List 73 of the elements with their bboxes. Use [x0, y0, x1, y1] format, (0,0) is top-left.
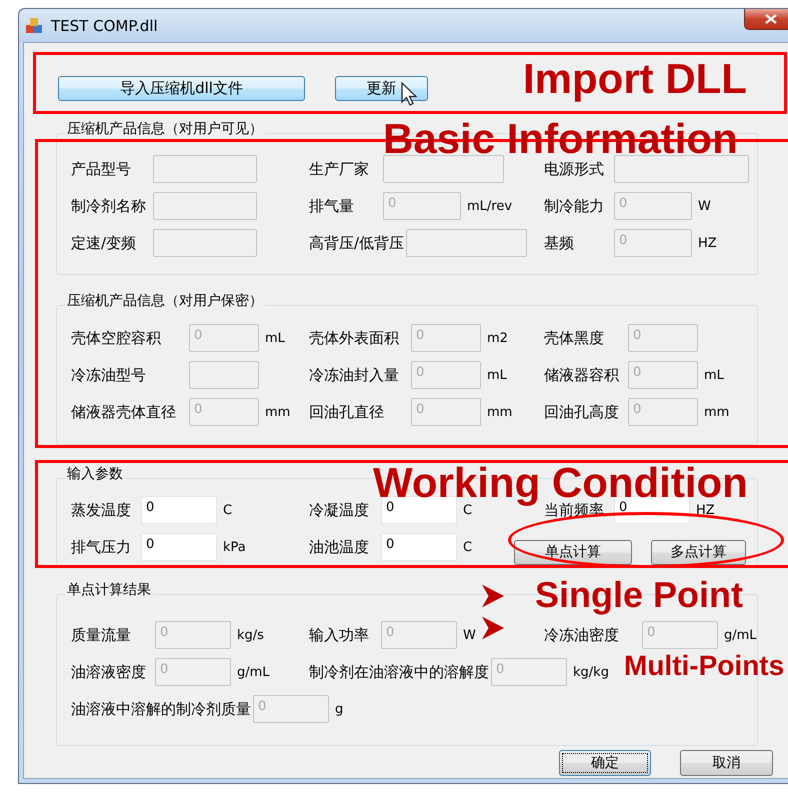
input-field[interactable]: 0	[381, 533, 457, 561]
field-label: 制冷剂名称	[71, 196, 147, 216]
field-label: 蒸发温度	[71, 500, 132, 520]
field-label: 制冷剂在油溶液中的溶解度	[309, 662, 489, 682]
field-label: 冷冻油密度	[544, 626, 620, 644]
field-label: 产品型号	[71, 160, 132, 178]
unit-label: HZ	[698, 236, 717, 250]
field-label: 冷冻油封入量	[309, 366, 400, 384]
field-label: 排气量	[309, 196, 355, 216]
unit-label: HZ	[696, 502, 715, 518]
field-label: 排气压力	[71, 538, 132, 556]
arrowhead-icon	[482, 584, 504, 608]
field-label: 壳体黑度	[544, 328, 605, 348]
unit-label: kg/s	[237, 628, 264, 642]
close-icon	[764, 14, 776, 24]
mouse-pointer-icon	[401, 82, 418, 107]
unit-label: C	[463, 502, 472, 518]
field-label: 储液器壳体直径	[71, 402, 177, 422]
input-field[interactable]: 0	[614, 496, 690, 524]
single-calc-button[interactable]: 单点计算	[514, 540, 632, 564]
field-label: 油溶液密度	[71, 662, 147, 682]
field-label: 输入功率	[309, 626, 370, 644]
field-label: 油溶液中溶解的制冷剂质量	[71, 700, 251, 718]
unit-label: mL/rev	[467, 198, 512, 214]
field-label: 定速/变频	[71, 234, 138, 252]
unit-label: kPa	[223, 540, 246, 554]
unit-label: g/mL	[724, 628, 757, 642]
field-label: 电源形式	[544, 160, 605, 178]
close-button[interactable]	[744, 9, 788, 30]
field-label: 质量流量	[71, 626, 132, 644]
unit-label: mm	[704, 404, 730, 420]
cancel-button[interactable]: 取消	[680, 750, 773, 776]
unit-label: kg/kg	[573, 664, 609, 680]
group-title: 单点计算结果	[65, 581, 153, 599]
unit-label: mL	[487, 368, 507, 382]
input-field[interactable]: 0	[141, 533, 217, 561]
annotation-label: Single Point	[535, 577, 744, 613]
unit-label: mL	[704, 368, 724, 382]
field-label: 冷冻油型号	[71, 366, 147, 384]
field-label: 回油孔直径	[309, 402, 385, 422]
multi-calc-button[interactable]: 多点计算	[651, 540, 746, 564]
group-title: 输入参数	[65, 465, 125, 483]
cubes-icon	[25, 16, 43, 34]
update-button[interactable]: 更新	[335, 76, 428, 101]
unit-label: C	[463, 540, 472, 554]
field-label: 高背压/低背压	[309, 234, 404, 252]
ok-button[interactable]: 确定	[559, 750, 651, 776]
field-label: 生产厂家	[309, 160, 370, 178]
annotation-label: Multi-Points	[624, 655, 784, 678]
unit-label: mL	[265, 330, 285, 346]
group-title: 压缩机产品信息（对用户可见）	[65, 120, 265, 138]
field-label: 制冷能力	[544, 196, 605, 216]
unit-label: g/mL	[237, 664, 270, 680]
unit-label: m2	[487, 330, 508, 346]
field-label: 储液器容积	[544, 366, 620, 384]
unit-label: W	[463, 628, 476, 642]
field-label: 壳体空腔容积	[71, 328, 162, 348]
annotation-label: Import DLL	[523, 58, 747, 100]
field-label: 油池温度	[309, 538, 370, 556]
unit-label: C	[223, 502, 232, 518]
input-field[interactable]: 0	[141, 496, 217, 524]
unit-label: g	[335, 702, 344, 716]
field-label: 壳体外表面积	[309, 328, 400, 348]
field-label: 基频	[544, 234, 575, 252]
unit-label: mm	[265, 404, 290, 420]
unit-label: mm	[487, 404, 512, 420]
unit-label: W	[698, 198, 711, 214]
field-label: 回油孔高度	[544, 402, 620, 422]
window-title: TEST COMP.dll	[51, 16, 158, 34]
group-title: 压缩机产品信息（对用户保密）	[65, 292, 265, 310]
field-label: 冷凝温度	[309, 500, 370, 520]
arrowhead-icon	[482, 616, 504, 640]
import-button[interactable]: 导入压缩机dll文件	[58, 76, 305, 101]
